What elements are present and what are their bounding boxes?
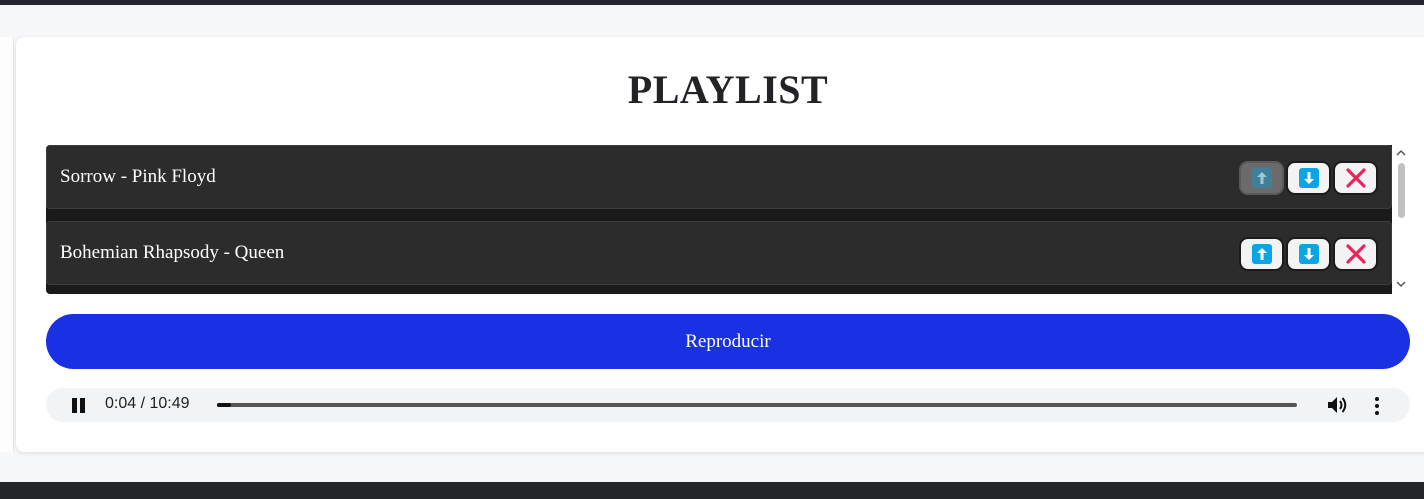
remove-button[interactable] [1333,161,1378,195]
move-up-button[interactable] [1239,237,1284,271]
playlist-list: Sorrow - Pink Floyd Bohemian Rhapsody - … [46,145,1392,294]
track-label: Bohemian Rhapsody - Queen [60,242,285,263]
page-title: PLAYLIST [627,67,829,112]
move-up-button[interactable] [1239,161,1284,195]
playlist-scrollbar[interactable] [1392,145,1410,294]
remove-button[interactable] [1333,237,1378,271]
close-icon [1345,244,1366,264]
move-down-button[interactable] [1286,161,1331,195]
top-bar [0,0,1424,5]
volume-icon[interactable] [1326,395,1348,415]
arrow-up-icon [1251,244,1272,264]
more-options-icon[interactable] [1372,396,1382,415]
progress-slider[interactable] [217,403,1297,407]
chevron-down-icon[interactable] [1396,279,1406,289]
chevron-up-icon[interactable] [1396,148,1406,158]
list-item: Bohemian Rhapsody - Queen [46,221,1392,285]
time-display: 0:04 / 10:49 [105,395,190,412]
progress-fill [217,403,231,407]
list-item: Sorrow - Pink Floyd [46,145,1392,209]
arrow-down-icon [1298,244,1319,264]
audio-player: 0:04 / 10:49 [46,388,1410,422]
track-label: Sorrow - Pink Floyd [60,166,216,187]
scroll-thumb[interactable] [1398,163,1405,218]
track-controls [1239,161,1378,195]
play-button[interactable]: Reproducir [46,314,1410,369]
pause-icon[interactable] [70,398,86,413]
move-down-button[interactable] [1286,237,1331,271]
track-controls [1239,237,1378,271]
arrow-down-icon [1298,168,1319,188]
bottom-bar [0,482,1424,499]
arrow-up-icon [1251,168,1272,188]
close-icon [1345,168,1366,188]
